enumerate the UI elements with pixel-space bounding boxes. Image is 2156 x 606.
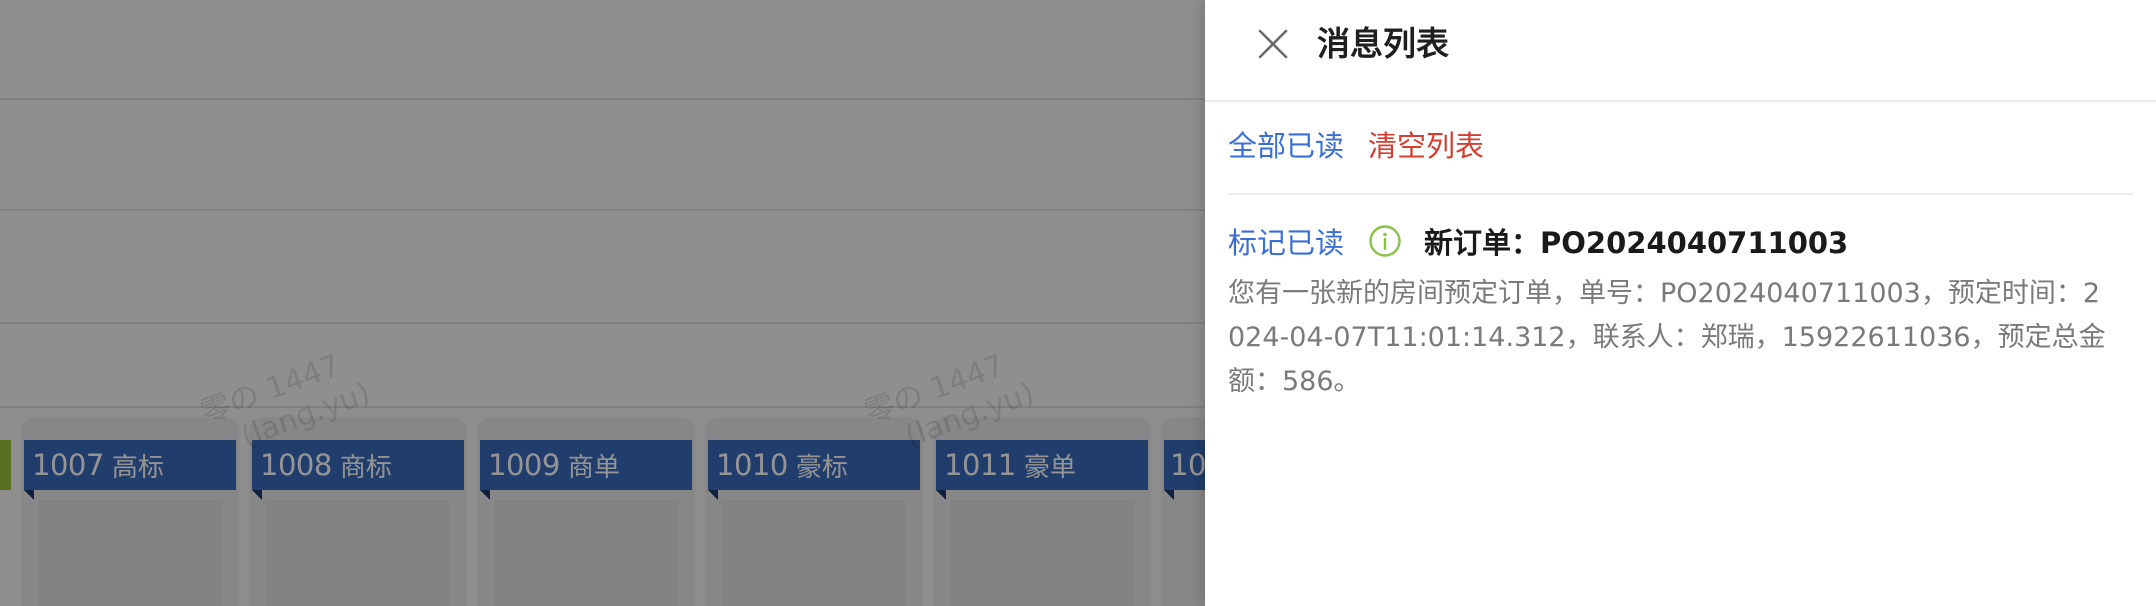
drawer-actions: 全部已读 清空列表	[1228, 124, 1484, 168]
info-icon	[1368, 224, 1402, 258]
message-drawer: 消息列表 全部已读 清空列表 标记已读 新订单：PO2024040711003 您…	[1205, 0, 2156, 606]
divider	[1228, 193, 2133, 195]
mark-read-link[interactable]: 标记已读	[1228, 220, 1344, 262]
message-title: 新订单：PO2024040711003	[1424, 226, 1849, 260]
mark-all-read-link[interactable]: 全部已读	[1228, 129, 1344, 163]
modal-overlay[interactable]	[0, 0, 1205, 606]
close-icon	[1258, 29, 1288, 59]
clear-list-link[interactable]: 清空列表	[1368, 129, 1484, 163]
close-button[interactable]	[1255, 26, 1291, 62]
drawer-header: 消息列表	[1205, 0, 2156, 102]
message-body: 您有一张新的房间预定订单，单号：PO2024040711003，预定时间：202…	[1228, 278, 2106, 397]
drawer-title: 消息列表	[1317, 24, 1449, 63]
message-header: 标记已读 新订单：PO2024040711003	[1228, 218, 2133, 264]
message-item: 标记已读 新订单：PO2024040711003 您有一张新的房间预定订单，单号…	[1228, 218, 2133, 404]
